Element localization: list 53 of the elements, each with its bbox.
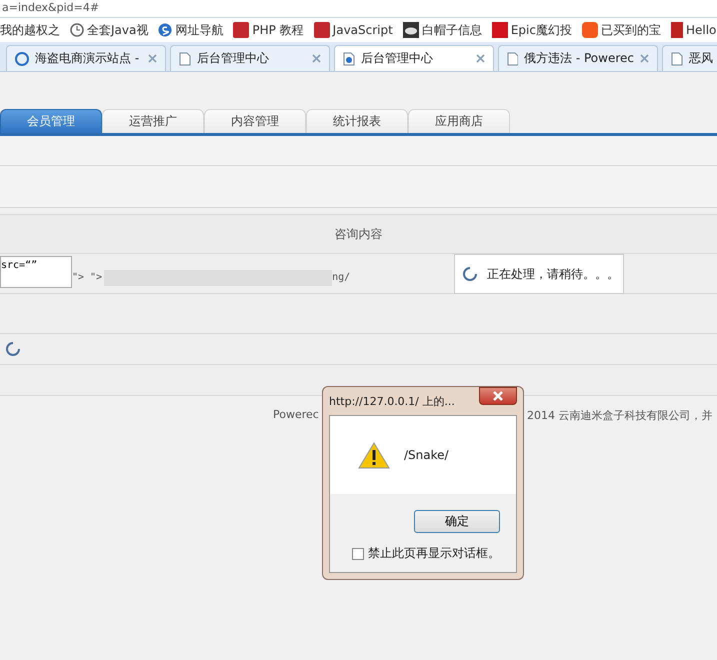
nav-tab[interactable]: 内容管理 xyxy=(204,109,306,133)
page-icon xyxy=(179,52,191,66)
footer-text: 2014 云南迪米盒子科技有限公司，并 xyxy=(527,408,714,423)
checkbox[interactable] xyxy=(352,548,364,560)
textarea-field[interactable]: src=“” xyxy=(0,256,72,288)
bookmark-link[interactable]: 网址导航 xyxy=(158,22,224,38)
clock-icon xyxy=(70,23,84,37)
browser-tab[interactable]: 俄方违法 - Powerec xyxy=(498,45,658,71)
url-fragment: ng/ xyxy=(332,272,350,283)
close-icon xyxy=(492,391,504,401)
browser-tab[interactable]: 后台管理中心 xyxy=(334,45,494,71)
page-icon xyxy=(671,52,683,66)
close-icon[interactable] xyxy=(312,54,321,63)
bookmark-link[interactable]: JavaScript xyxy=(314,22,393,38)
jd-logo-icon xyxy=(492,22,508,38)
bookmark-link[interactable]: 我的越权之 xyxy=(0,22,60,38)
dialog-title: http://127.0.0.1/ 上的... xyxy=(329,394,455,408)
w3-logo-icon xyxy=(233,22,250,38)
nav-tab[interactable]: 运营推广 xyxy=(102,109,204,133)
bookmark-link[interactable]: 白帽子信息 xyxy=(402,22,482,38)
nav-tab[interactable]: 会员管理 xyxy=(0,109,102,133)
close-icon[interactable] xyxy=(148,54,157,63)
close-icon[interactable] xyxy=(476,54,485,63)
bookmark-link[interactable]: Epic魔幻投 xyxy=(492,22,572,38)
bookmark-link[interactable]: PHP 教程 xyxy=(233,22,304,38)
nav-tab[interactable]: 统计报表 xyxy=(306,109,408,133)
spinner-icon xyxy=(463,267,477,281)
dialog-message: /Snake/ xyxy=(404,448,449,462)
info-page-icon xyxy=(343,52,355,66)
code-text: "> "> xyxy=(72,272,102,283)
bookmark-link[interactable]: 已买到的宝 xyxy=(582,22,661,38)
processing-text: 正在处理，请稍待。。。 xyxy=(487,266,619,282)
spinner-icon xyxy=(6,342,20,356)
footer-text: Powerec xyxy=(273,408,320,423)
hello-logo-icon xyxy=(670,22,683,38)
bookmark-link[interactable]: 全套Java视 xyxy=(70,22,148,38)
address-bar-url[interactable]: a=index&pid=4# xyxy=(2,1,100,14)
tao-logo-icon xyxy=(582,22,598,38)
column-header: 咨询内容 xyxy=(0,214,717,254)
close-icon[interactable] xyxy=(640,54,649,63)
warning-icon xyxy=(358,441,390,469)
bookmark-link[interactable]: Hello xyxy=(670,22,716,38)
w3-logo-icon xyxy=(314,22,330,38)
browser-tab[interactable]: 海盗电商演示站点 - xyxy=(6,45,166,71)
checkbox-label: 禁止此页再显示对话框。 xyxy=(368,545,500,562)
close-button[interactable] xyxy=(479,387,517,405)
browser-tab[interactable]: 后台管理中心 xyxy=(170,45,330,71)
ok-button[interactable]: 确定 xyxy=(414,510,500,533)
globe-icon xyxy=(15,52,29,66)
s-logo-icon xyxy=(158,23,172,37)
browser-tab[interactable]: 恶风 xyxy=(662,45,717,71)
page-icon xyxy=(507,52,518,66)
nav-tab[interactable]: 应用商店 xyxy=(408,109,510,133)
